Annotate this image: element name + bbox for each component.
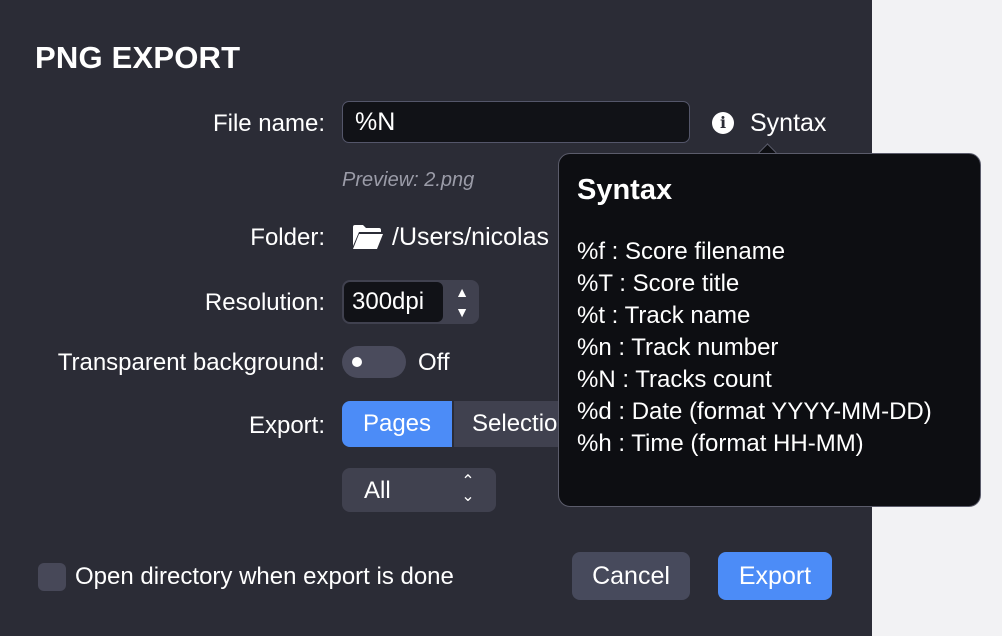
syntax-item: %h : Time (format HH-MM) xyxy=(577,430,864,457)
stepper-up-icon[interactable]: ▲ xyxy=(448,282,476,302)
syntax-tooltip: Syntax %f : Score filename %T : Score ti… xyxy=(558,153,981,507)
file-name-input[interactable] xyxy=(342,101,690,143)
resolution-label: Resolution: xyxy=(204,289,325,316)
syntax-item: %d : Date (format YYYY-MM-DD) xyxy=(577,398,932,425)
page-range-value: All xyxy=(364,477,391,504)
open-directory-checkbox[interactable] xyxy=(38,563,66,591)
export-label: Export: xyxy=(248,412,325,439)
folder-label: Folder: xyxy=(250,224,325,251)
folder-icon[interactable] xyxy=(352,224,384,250)
info-icon[interactable]: i xyxy=(712,112,734,134)
syntax-item: %T : Score title xyxy=(577,270,740,297)
syntax-list: %f : Score filename %T : Score title %t … xyxy=(577,236,932,460)
syntax-item: %f : Score filename xyxy=(577,238,786,265)
stepper-down-icon[interactable]: ▼ xyxy=(448,302,476,322)
resolution-stepper[interactable]: 300dpi ▲ ▼ xyxy=(342,280,479,324)
file-name-label: File name: xyxy=(212,110,325,137)
page-range-select[interactable]: All ⌃ ⌄ xyxy=(342,468,496,512)
syntax-item: %N : Tracks count xyxy=(577,366,772,393)
toggle-state-text: Off xyxy=(418,349,450,376)
syntax-item: %t : Track name xyxy=(577,302,751,329)
toggle-knob xyxy=(352,357,362,367)
syntax-link[interactable]: Syntax xyxy=(750,109,826,138)
segment-pages[interactable]: Pages xyxy=(342,401,452,447)
export-button[interactable]: Export xyxy=(718,552,832,600)
filename-preview: Preview: 2.png xyxy=(342,169,475,191)
folder-path[interactable]: /Users/nicolas xyxy=(392,223,549,252)
syntax-item: %n : Track number xyxy=(577,334,779,361)
transparent-background-toggle[interactable] xyxy=(342,346,406,378)
cancel-button[interactable]: Cancel xyxy=(572,552,690,600)
tooltip-title: Syntax xyxy=(577,174,673,206)
open-directory-label[interactable]: Open directory when export is done xyxy=(75,563,454,591)
resolution-value[interactable]: 300dpi xyxy=(344,282,443,322)
chevron-up-down-icon: ⌃ ⌄ xyxy=(461,473,475,505)
segment-selection[interactable]: Selection xyxy=(454,401,564,447)
dialog-title: PNG EXPORT xyxy=(35,40,241,75)
transparent-background-label: Transparent background: xyxy=(57,349,325,376)
